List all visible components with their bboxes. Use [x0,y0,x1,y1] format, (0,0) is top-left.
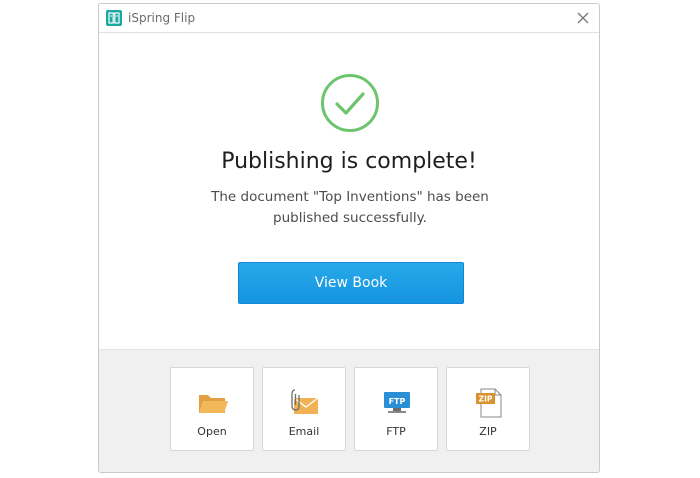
main-content: Publishing is complete! The document "To… [99,33,599,349]
zip-badge: ZIP [479,395,493,404]
page-title: Publishing is complete! [221,149,477,174]
ftp-button[interactable]: FTP FTP [354,367,438,451]
ftp-icon: FTP [384,392,410,413]
check-circle-icon [321,74,379,132]
open-label: Open [197,425,227,438]
folder-icon [199,395,228,413]
email-button[interactable]: Email [262,367,346,451]
window-title: iSpring Flip [128,11,196,25]
ftp-badge: FTP [389,397,406,406]
actions-panel: Open Email FTP FTP ZIP ZIP [99,349,599,472]
ftp-label: FTP [386,425,406,438]
title-bar: iSpring Flip [99,4,599,33]
zip-button[interactable]: ZIP ZIP [446,367,530,451]
ispring-flip-logo-icon [106,10,122,26]
close-button[interactable] [574,9,592,27]
email-icon [291,389,319,414]
success-message: The document "Top Inventions" has been p… [211,189,489,226]
email-label: Email [288,425,320,438]
view-book-button[interactable]: View Book [238,262,464,304]
zip-label: ZIP [479,425,497,438]
open-button[interactable]: Open [170,367,254,451]
publish-dialog: iSpring Flip Publishing is complete! The… [98,3,600,473]
zip-icon: ZIP [476,388,502,418]
